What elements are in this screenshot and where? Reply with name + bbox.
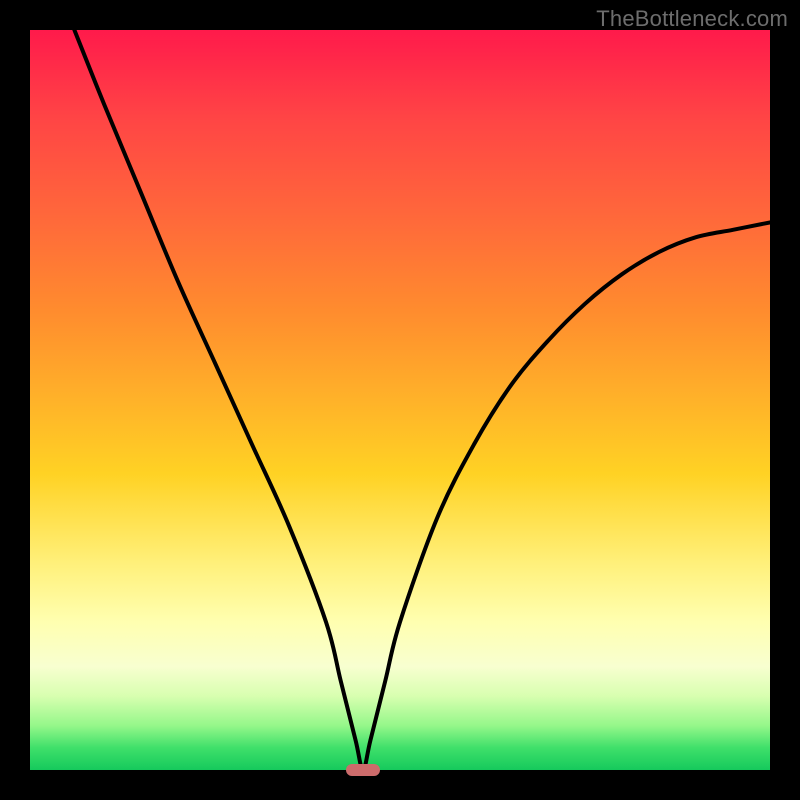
- plot-area: [30, 30, 770, 770]
- watermark-text: TheBottleneck.com: [596, 6, 788, 32]
- optimum-marker: [346, 764, 379, 776]
- chart-frame: TheBottleneck.com: [0, 0, 800, 800]
- bottleneck-curve: [30, 30, 770, 770]
